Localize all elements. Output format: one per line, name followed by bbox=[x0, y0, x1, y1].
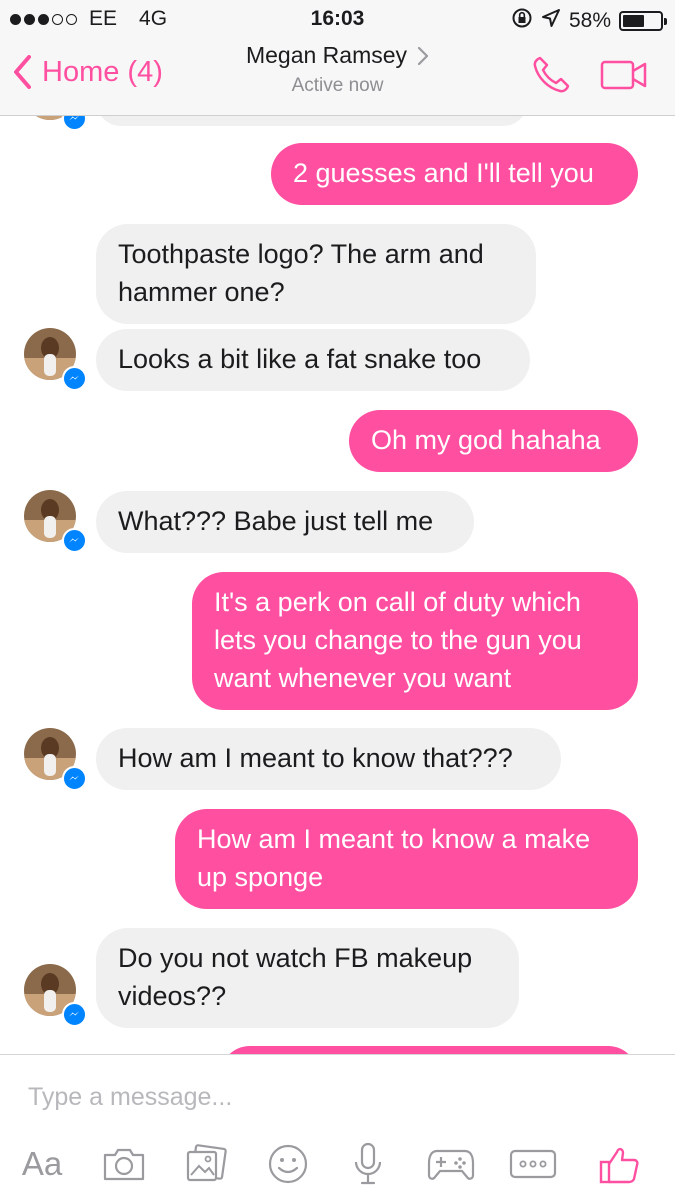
text-format-button[interactable]: Aa bbox=[14, 1139, 70, 1189]
contact-avatar[interactable] bbox=[24, 116, 87, 131]
contact-avatar[interactable] bbox=[24, 728, 87, 791]
messenger-badge-icon bbox=[62, 766, 87, 791]
voice-button[interactable] bbox=[346, 1139, 390, 1189]
phone-icon bbox=[533, 56, 570, 93]
messenger-badge-icon bbox=[62, 528, 87, 553]
partial-message-bubble[interactable] bbox=[220, 1046, 638, 1054]
partial-message-bubble[interactable] bbox=[96, 116, 528, 126]
messenger-badge-icon bbox=[62, 116, 87, 131]
contact-avatar[interactable] bbox=[24, 328, 87, 391]
contact-title[interactable]: Megan Ramsey Active now bbox=[0, 42, 675, 97]
rotation-lock-icon bbox=[511, 7, 533, 35]
thumbs-up-icon bbox=[599, 1147, 639, 1184]
messenger-badge-icon bbox=[62, 366, 87, 391]
emoji-button[interactable] bbox=[264, 1139, 312, 1189]
message-bubble-outgoing[interactable]: 2 guesses and I'll tell you bbox=[271, 143, 638, 205]
active-status: Active now bbox=[291, 75, 384, 96]
video-call-button[interactable] bbox=[600, 60, 648, 95]
status-bar: EE 4G 16:03 58% bbox=[0, 0, 675, 40]
contact-avatar[interactable] bbox=[24, 490, 87, 553]
microphone-icon bbox=[354, 1142, 382, 1185]
composer-toolbar: Aa bbox=[0, 1139, 675, 1189]
contact-name: Megan Ramsey bbox=[245, 42, 408, 68]
status-right: 58% bbox=[511, 7, 667, 35]
location-icon bbox=[541, 8, 561, 34]
emoji-icon bbox=[268, 1144, 308, 1184]
message-bubble-outgoing[interactable]: Oh my god hahaha bbox=[349, 410, 638, 472]
message-bubble-outgoing[interactable]: How am I meant to know a make up sponge bbox=[175, 809, 638, 909]
message-bubble-incoming[interactable]: What??? Babe just tell me bbox=[96, 491, 474, 553]
contact-avatar[interactable] bbox=[24, 964, 87, 1027]
message-bubble-incoming[interactable]: How am I meant to know that??? bbox=[96, 728, 561, 790]
conversation-header: Home (4) Megan Ramsey Active now bbox=[0, 40, 675, 116]
more-options-button[interactable] bbox=[508, 1139, 558, 1189]
message-bubble-incoming[interactable]: Toothpaste logo? The arm and hammer one? bbox=[96, 224, 536, 324]
message-composer: Aa bbox=[0, 1054, 675, 1200]
message-bubble-incoming[interactable]: Do you not watch FB makeup videos?? bbox=[96, 928, 519, 1028]
camera-button[interactable] bbox=[100, 1139, 148, 1189]
video-camera-icon bbox=[600, 60, 647, 90]
battery-icon bbox=[619, 11, 667, 31]
game-controller-icon bbox=[427, 1149, 475, 1180]
like-button[interactable] bbox=[596, 1139, 642, 1189]
messenger-badge-icon bbox=[62, 1002, 87, 1027]
gallery-button[interactable] bbox=[182, 1139, 230, 1189]
phone-call-button[interactable] bbox=[530, 54, 572, 101]
gallery-icon bbox=[186, 1144, 227, 1182]
message-bubble-incoming[interactable]: Looks a bit like a fat snake too bbox=[96, 329, 530, 391]
battery-percent: 58% bbox=[568, 9, 611, 32]
message-thread[interactable]: 2 guesses and I'll tell you Toothpaste l… bbox=[0, 116, 675, 1054]
camera-icon bbox=[103, 1148, 145, 1181]
message-bubble-outgoing[interactable]: It's a perk on call of duty which lets y… bbox=[192, 572, 638, 710]
message-input[interactable] bbox=[28, 1075, 628, 1119]
more-icon bbox=[509, 1149, 557, 1179]
chevron-right-icon bbox=[417, 46, 429, 65]
games-button[interactable] bbox=[426, 1139, 476, 1189]
